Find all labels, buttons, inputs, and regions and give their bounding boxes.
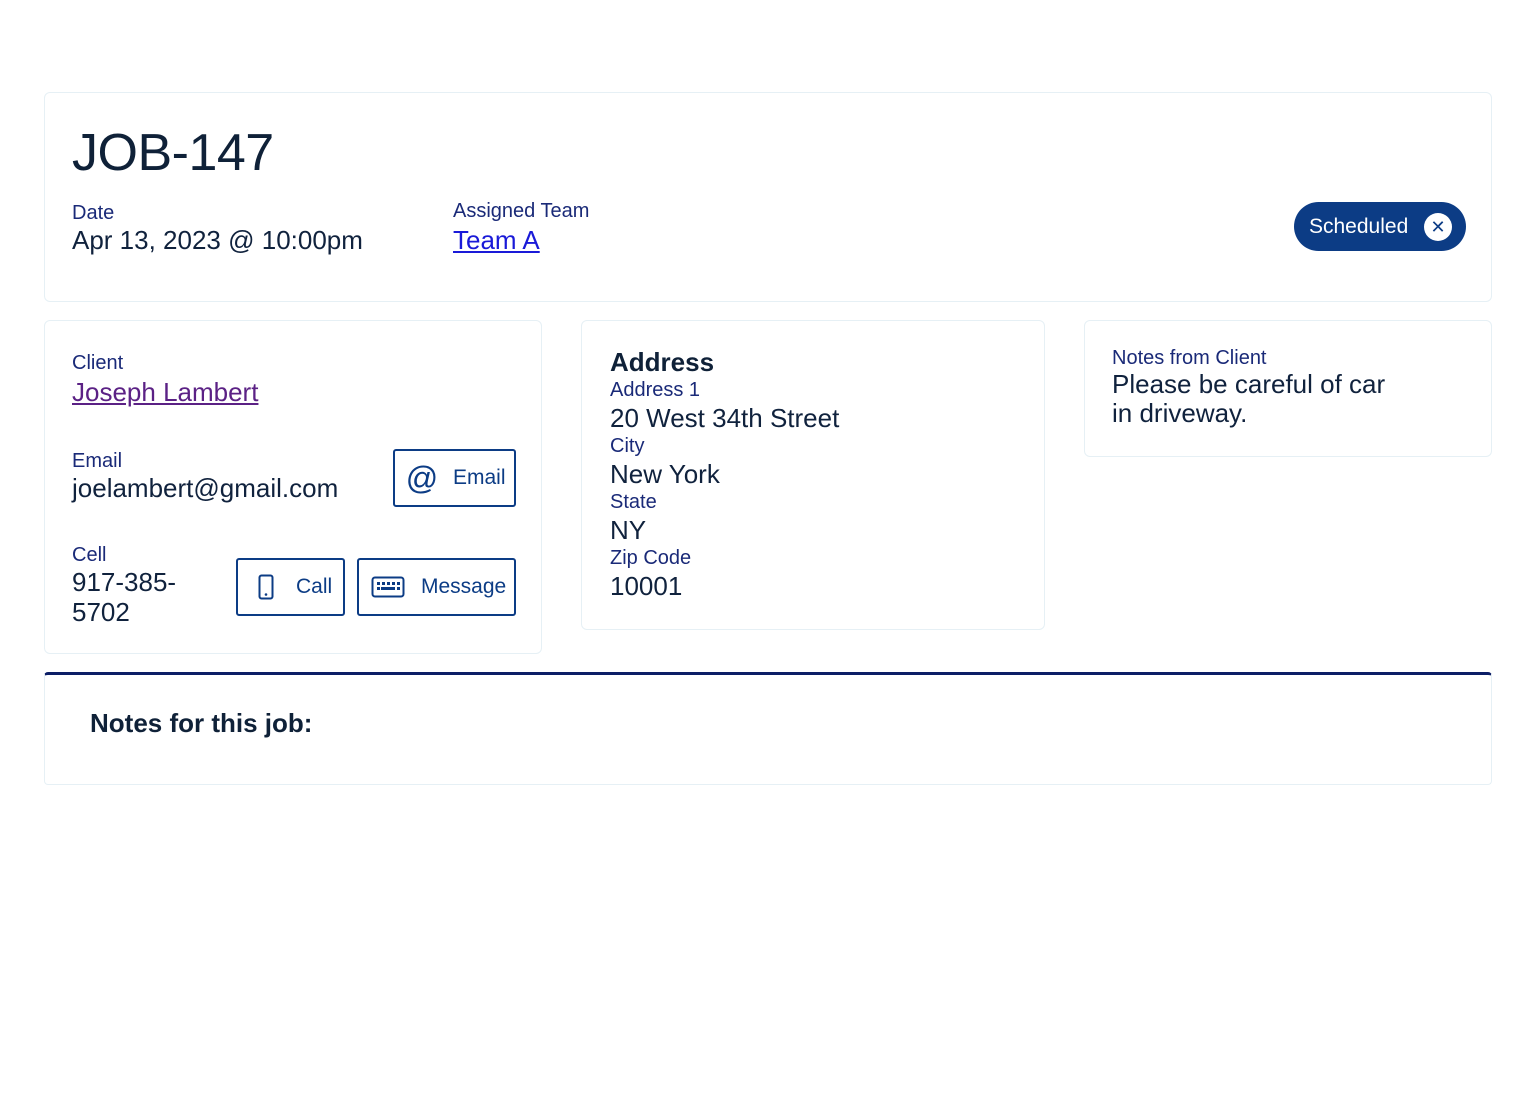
zip-label: Zip Code bbox=[610, 547, 692, 569]
assigned-team-link[interactable]: Team A bbox=[453, 225, 540, 255]
job-title: JOB-147 bbox=[72, 124, 274, 182]
job-notes-card: Notes for this job: bbox=[44, 672, 1492, 785]
date-field: Date Apr 13, 2023 @ 10:00pm bbox=[72, 201, 363, 255]
client-notes-value: Please be careful of car in driveway. bbox=[1112, 369, 1386, 428]
client-notes-field: Notes from Client Please be careful of c… bbox=[1112, 346, 1412, 428]
message-button-label: Message bbox=[421, 575, 507, 598]
status-label: Scheduled bbox=[1309, 214, 1409, 238]
client-name-link[interactable]: Joseph Lambert bbox=[72, 377, 258, 407]
client-notes-label: Notes from Client bbox=[1112, 347, 1267, 369]
client-field: Client Joseph Lambert bbox=[72, 351, 258, 409]
address1-label: Address 1 bbox=[610, 379, 701, 401]
address-fields: Address Address 1 20 West 34th Street Ci… bbox=[610, 347, 839, 601]
message-button[interactable]: Message bbox=[357, 558, 516, 616]
zip-value: 10001 bbox=[610, 571, 683, 601]
address1-value: 20 West 34th Street bbox=[610, 403, 840, 433]
address-heading: Address bbox=[610, 347, 715, 377]
assigned-team-field: Assigned Team Team A bbox=[453, 199, 589, 257]
cell-label: Cell bbox=[72, 544, 107, 566]
job-notes-title: Notes for this job: bbox=[90, 708, 313, 738]
status-badge[interactable]: Scheduled ✕ bbox=[1294, 202, 1466, 251]
job-header-card: JOB-147 Date Apr 13, 2023 @ 10:00pm Assi… bbox=[44, 92, 1492, 302]
client-label: Client bbox=[72, 352, 124, 374]
city-value: New York bbox=[610, 459, 720, 489]
date-label: Date bbox=[72, 202, 115, 224]
email-button-label: Email bbox=[453, 466, 506, 489]
city-label: City bbox=[610, 435, 645, 457]
at-sign-icon: @ bbox=[405, 460, 439, 496]
cell-value-line2: 5702 bbox=[72, 597, 130, 627]
keyboard-icon bbox=[371, 576, 405, 598]
client-notes-card: Notes from Client Please be careful of c… bbox=[1084, 320, 1492, 457]
client-card: Client Joseph Lambert Email joelambert@g… bbox=[44, 320, 542, 654]
close-circle-icon[interactable]: ✕ bbox=[1424, 213, 1452, 241]
email-label: Email bbox=[72, 450, 123, 472]
state-label: State bbox=[610, 491, 657, 513]
state-value: NY bbox=[610, 515, 647, 545]
email-value: joelambert@gmail.com bbox=[72, 473, 339, 503]
address-card: Address Address 1 20 West 34th Street Ci… bbox=[581, 320, 1045, 630]
date-value: Apr 13, 2023 @ 10:00pm bbox=[72, 225, 363, 255]
call-button[interactable]: Call bbox=[236, 558, 345, 616]
call-button-label: Call bbox=[296, 575, 333, 598]
cell-value-line1: 917-385- bbox=[72, 567, 177, 597]
cell-field: Cell 917-385- 5702 bbox=[72, 543, 222, 627]
phone-icon bbox=[258, 574, 274, 600]
email-button[interactable]: @ Email bbox=[393, 449, 516, 507]
email-field: Email joelambert@gmail.com bbox=[72, 449, 338, 503]
assigned-team-label: Assigned Team bbox=[453, 200, 590, 222]
